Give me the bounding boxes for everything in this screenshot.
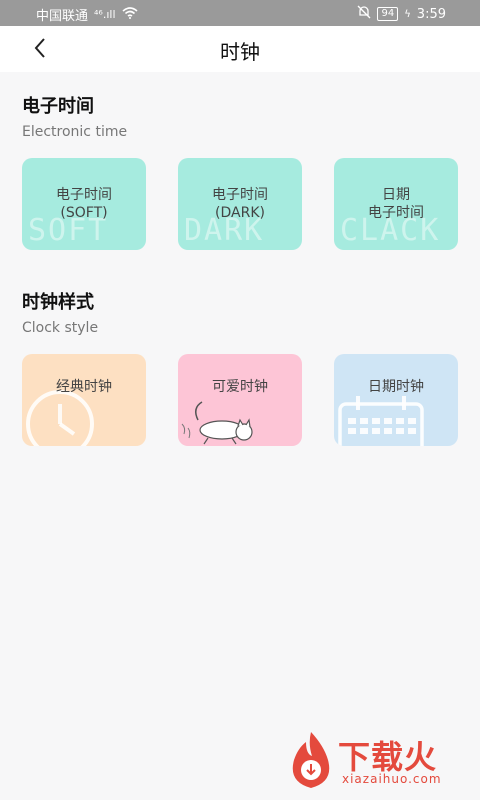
date-electronic-clock-card[interactable]: CLACK 日期 电子时间 (334, 158, 458, 250)
dark-electronic-clock-card[interactable]: DARK 电子时间 (DARK) (178, 158, 302, 250)
calendar-icon (338, 396, 424, 446)
cat-icon (181, 401, 253, 445)
card-label-line1: 电子时间 (212, 187, 268, 203)
electronic-section-title: 电子时间 (22, 96, 94, 117)
page-title: 时钟 (220, 40, 260, 64)
signal-icon: ⁴⁶.ıll (94, 8, 116, 21)
clock-style-section-title: 时钟样式 (22, 292, 94, 313)
charging-icon: ϟ (404, 8, 411, 20)
soft-electronic-clock-card[interactable]: SOFT 电子时间 (SOFT) (22, 158, 146, 250)
cute-clock-card[interactable]: 可爱时钟 (178, 354, 302, 446)
electronic-section-subtitle: Electronic time (22, 124, 128, 140)
card-label: 可爱时钟 (212, 379, 268, 395)
status-bar: 中国联通 ⁴⁶.ıll 94 ϟ 3:59 (0, 0, 480, 26)
card-label-line1: 电子时间 (56, 187, 112, 203)
battery-level: 94 (377, 7, 399, 21)
card-label: 经典时钟 (56, 379, 112, 395)
classic-clock-card[interactable]: 经典时钟 (22, 354, 146, 446)
card-label-line1: 日期 (382, 187, 410, 203)
wifi-icon (121, 6, 138, 23)
clock-time: 3:59 (416, 6, 446, 22)
card-label-line2: (SOFT) (60, 205, 108, 221)
card-label: 日期时钟 (368, 379, 424, 395)
watermark-url: xiazaihuo.com (342, 772, 442, 786)
carrier-name: 中国联通 (36, 9, 89, 24)
mute-bell-icon (357, 5, 371, 23)
flame-logo-icon (292, 732, 330, 788)
date-clock-card[interactable]: 日期时钟 (334, 354, 458, 446)
clock-style-section-subtitle: Clock style (22, 320, 99, 336)
card-label-line2: (DARK) (215, 205, 265, 221)
site-watermark: 下载火 xiazaihuo.com (282, 730, 472, 790)
app-header: 时钟 (0, 26, 480, 72)
card-label-line2: 电子时间 (368, 205, 424, 221)
